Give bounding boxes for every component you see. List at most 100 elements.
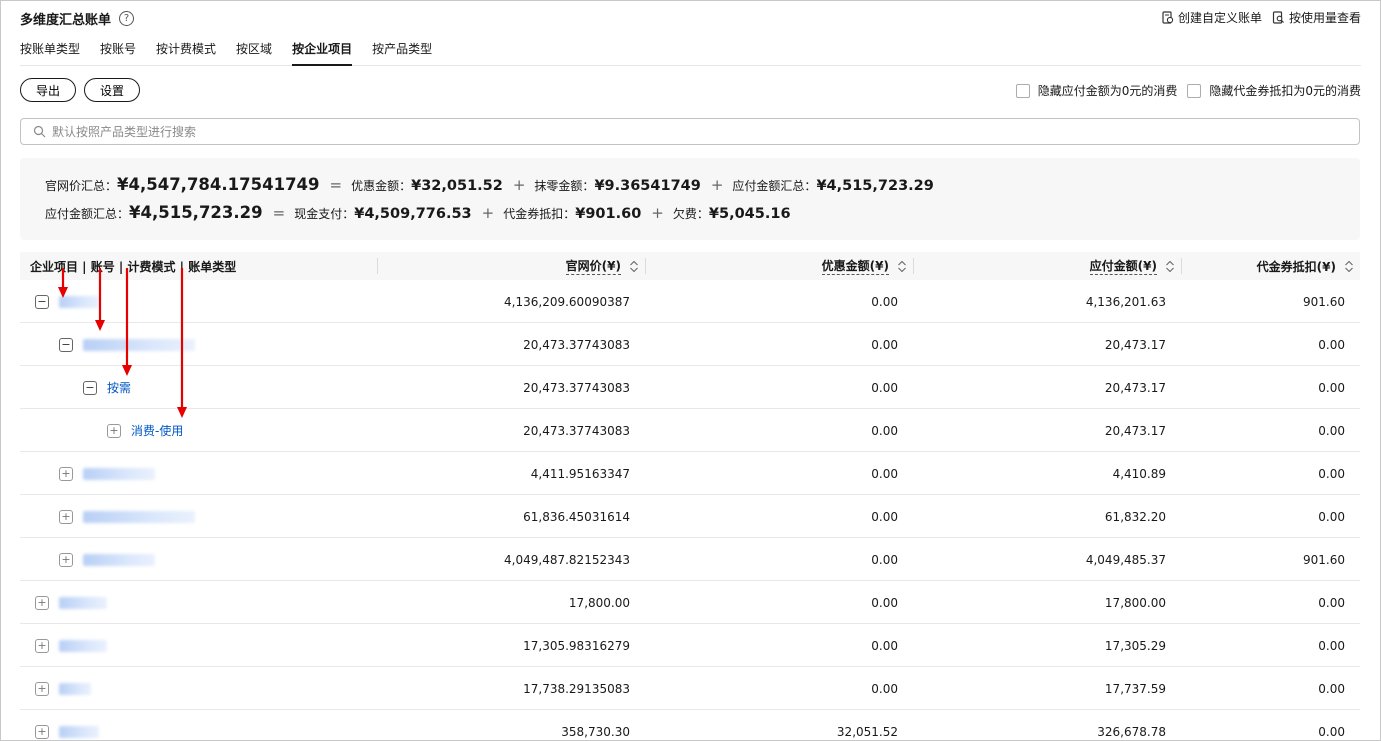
coupon-column-header[interactable]: 代金券抵扣(¥): [1181, 258, 1360, 274]
discount-value: ¥32,051.52: [411, 178, 503, 194]
hide-zero-payable-option[interactable]: 隐藏应付金额为0元的消费: [1015, 82, 1178, 99]
redacted-name[interactable]: [83, 553, 155, 566]
dimension-cell: +: [35, 581, 107, 624]
row-label-link[interactable]: 消费-使用: [131, 422, 183, 439]
row-label-link[interactable]: 按需: [107, 379, 131, 396]
collapse-icon[interactable]: −: [35, 294, 49, 309]
view-by-usage-label: 按使用量查看: [1288, 11, 1361, 25]
list-price-cell: 61,836.45031614: [523, 509, 630, 524]
tab-product-type[interactable]: 按产品类型: [372, 40, 432, 66]
payable-cell: 61,832.20: [1104, 509, 1166, 524]
search-box[interactable]: [20, 118, 1360, 145]
dimension-cell: − 按需: [83, 366, 131, 409]
table-row: + 61,836.45031614 0.00 61,832.20 0.00: [20, 495, 1360, 538]
tab-bill-type[interactable]: 按账单类型: [20, 40, 80, 66]
hide-zero-coupon-label: 隐藏代金券抵扣为0元的消费: [1209, 84, 1361, 98]
redacted-name[interactable]: [59, 596, 107, 609]
discount-cell: 0.00: [871, 681, 898, 696]
filter-checkboxes: 隐藏应付金额为0元的消费 隐藏代金券抵扣为0元的消费: [1015, 82, 1361, 99]
coupon-cell: 0.00: [1318, 380, 1345, 395]
list-price-cell: 4,049,487.82152343: [504, 552, 630, 567]
list-price-cell: 17,800.00: [568, 595, 630, 610]
hide-zero-coupon-checkbox[interactable]: [1187, 83, 1202, 98]
hide-zero-coupon-option[interactable]: 隐藏代金券抵扣为0元的消费: [1187, 82, 1361, 99]
tab-region[interactable]: 按区域: [236, 40, 272, 66]
summary-line-1: 官网价汇总： ¥4,547,784.17541749 = 优惠金额： ¥32,0…: [45, 175, 1360, 203]
arrears-label: 欠费：: [672, 207, 709, 221]
title-row: 多维度汇总账单 ?: [20, 9, 135, 28]
help-icon[interactable]: ?: [119, 11, 135, 26]
list-price-cell: 358,730.30: [561, 724, 630, 739]
table-row: + 4,411.95163347 0.00 4,410.89 0.00: [20, 452, 1360, 495]
redacted-name[interactable]: [59, 295, 99, 308]
view-by-usage-link[interactable]: 按使用量查看: [1272, 9, 1361, 26]
discount-cell: 0.00: [871, 509, 898, 524]
equals-operator: =: [272, 204, 286, 222]
search-input[interactable]: [52, 124, 952, 139]
dimension-cell: +: [35, 624, 107, 667]
summary-panel: 官网价汇总： ¥4,547,784.17541749 = 优惠金额： ¥32,0…: [20, 158, 1360, 240]
page-title: 多维度汇总账单: [20, 13, 112, 28]
list-price-column-header[interactable]: 官网价(¥): [377, 258, 645, 275]
expand-icon[interactable]: +: [35, 638, 49, 653]
sort-icon[interactable]: [897, 260, 907, 273]
search-icon: [33, 125, 46, 138]
dimension-tabs: 按账单类型 按账号 按计费模式 按区域 按企业项目 按产品类型: [20, 40, 1361, 66]
tab-enterprise-project[interactable]: 按企业项目: [292, 40, 353, 66]
table-row: − 20,473.37743083 0.00 20,473.17 0.00: [20, 323, 1360, 366]
rounding-value: ¥9.36541749: [594, 178, 701, 194]
coupon-cell: 0.00: [1318, 337, 1345, 352]
settings-button[interactable]: 设置: [84, 78, 141, 102]
discount-cell: 0.00: [871, 638, 898, 653]
list-price-cell: 4,136,209.60090387: [504, 294, 630, 309]
redacted-name[interactable]: [59, 639, 107, 652]
coupon-deduction-value: ¥901.60: [575, 206, 642, 222]
export-button[interactable]: 导出: [20, 78, 77, 102]
redacted-name[interactable]: [83, 338, 195, 351]
discount-cell: 0.00: [871, 552, 898, 567]
hide-zero-payable-checkbox[interactable]: [1015, 83, 1030, 98]
table-row: + 17,305.98316279 0.00 17,305.29 0.00: [20, 624, 1360, 667]
dimension-cell: + 消费-使用: [107, 409, 183, 452]
table-row: + 消费-使用 20,473.37743083 0.00 20,473.17 0…: [20, 409, 1360, 452]
hide-zero-payable-label: 隐藏应付金额为0元的消费: [1037, 84, 1178, 98]
sort-icon[interactable]: [629, 260, 639, 273]
collapse-icon[interactable]: −: [59, 337, 73, 352]
expand-icon[interactable]: +: [35, 724, 49, 739]
redacted-name[interactable]: [59, 725, 99, 738]
list-price-total-value: ¥4,547,784.17541749: [117, 175, 320, 194]
rounding-label: 抹零金额：: [534, 179, 595, 193]
expand-icon[interactable]: +: [107, 423, 121, 438]
list-price-cell: 20,473.37743083: [523, 337, 630, 352]
payable-column-header[interactable]: 应付金额(¥): [913, 258, 1181, 275]
list-price-total-label: 官网价汇总：: [45, 179, 118, 193]
payable-cell: 17,800.00: [1104, 595, 1166, 610]
discount-cell: 0.00: [871, 380, 898, 395]
coupon-cell: 0.00: [1318, 681, 1345, 696]
discount-cell: 0.00: [871, 337, 898, 352]
collapse-icon[interactable]: −: [83, 380, 97, 395]
list-price-cell: 20,473.37743083: [523, 380, 630, 395]
list-price-cell: 4,411.95163347: [530, 466, 630, 481]
expand-icon[interactable]: +: [59, 552, 73, 567]
coupon-cell: 0.00: [1318, 595, 1345, 610]
sort-icon[interactable]: [1165, 260, 1175, 273]
payable-cell: 20,473.17: [1104, 380, 1166, 395]
plus-operator: +: [651, 204, 664, 222]
discount-column-header[interactable]: 优惠金额(¥): [645, 258, 913, 275]
create-custom-bill-link[interactable]: 创建自定义账单: [1161, 9, 1262, 26]
sort-icon[interactable]: [1344, 260, 1354, 273]
list-price-cell: 20,473.37743083: [523, 423, 630, 438]
redacted-name[interactable]: [83, 510, 195, 523]
coupon-cell: 901.60: [1303, 552, 1345, 567]
tab-billing-mode[interactable]: 按计费模式: [156, 40, 216, 66]
expand-icon[interactable]: +: [59, 509, 73, 524]
expand-icon[interactable]: +: [35, 595, 49, 610]
redacted-name[interactable]: [83, 467, 155, 480]
dimension-cell: +: [59, 538, 155, 581]
discount-cell: 0.00: [871, 294, 898, 309]
expand-icon[interactable]: +: [59, 466, 73, 481]
tab-account[interactable]: 按账号: [100, 40, 136, 66]
expand-icon[interactable]: +: [35, 681, 49, 696]
redacted-name[interactable]: [59, 682, 91, 695]
